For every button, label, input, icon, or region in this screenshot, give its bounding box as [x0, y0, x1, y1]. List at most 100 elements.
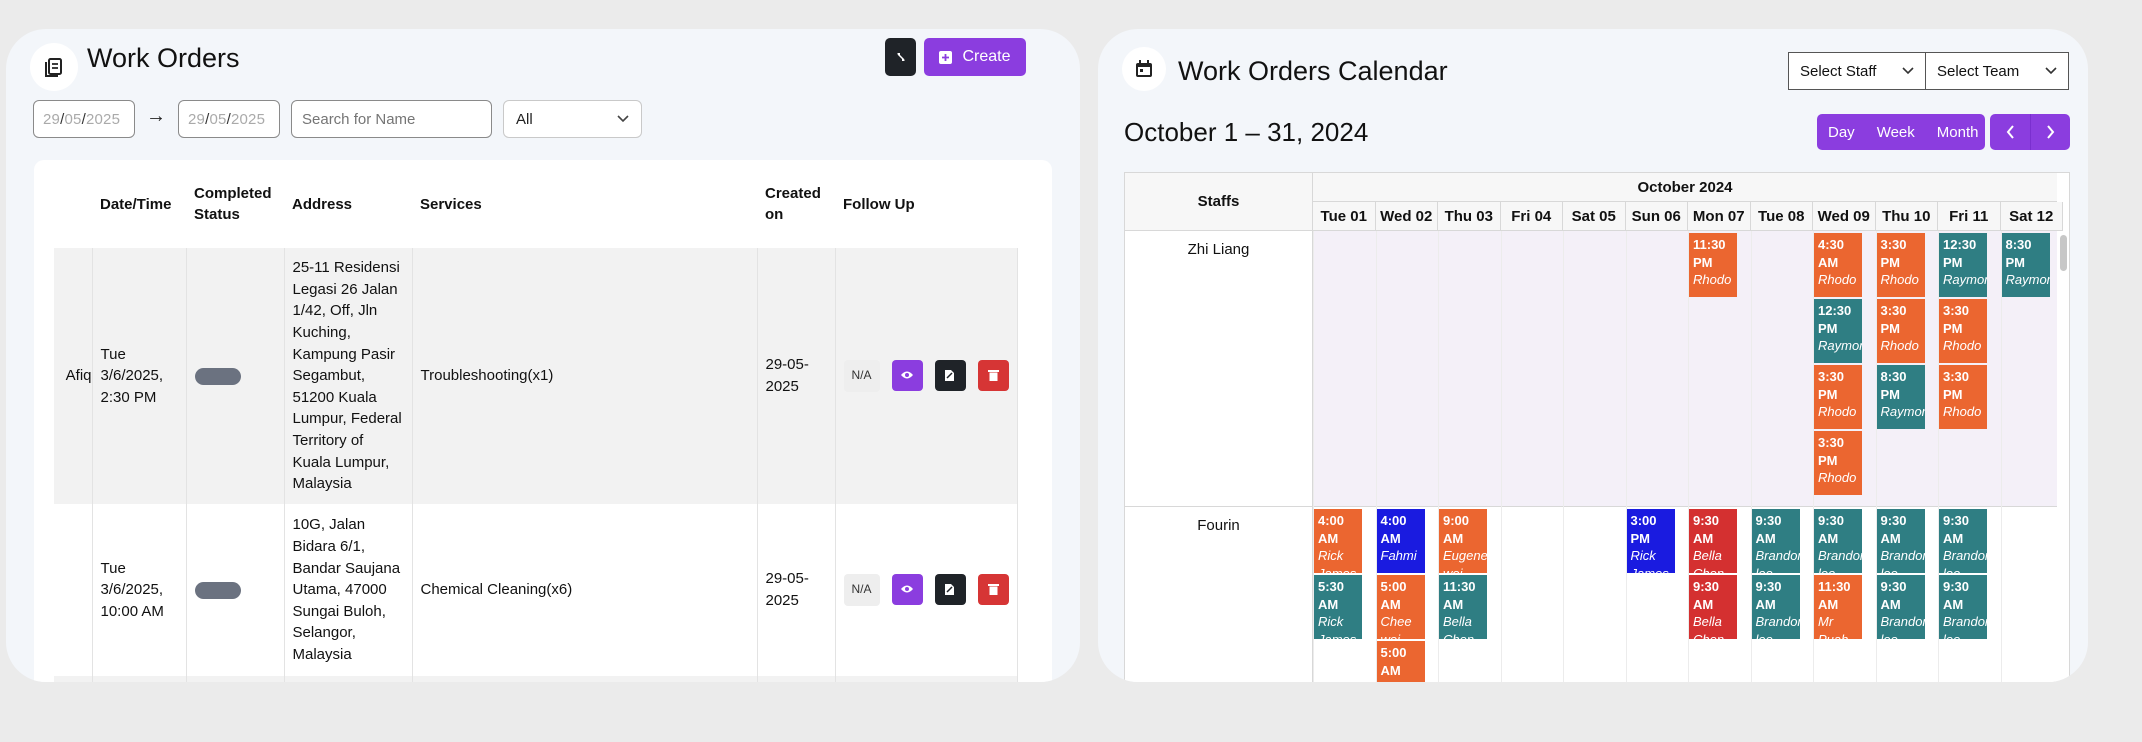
- chevron-right-icon: [2047, 125, 2055, 139]
- calendar-event[interactable]: 4:00 AM Fahmi: [1376, 509, 1425, 573]
- event-staff-name: Brandon loo: [1943, 614, 1987, 639]
- create-button[interactable]: Create: [924, 38, 1026, 76]
- next-button[interactable]: [2030, 114, 2070, 150]
- day-header: Thu 10: [1875, 202, 1938, 231]
- calendar-event[interactable]: 9:30 AMBrandon loo: [1876, 509, 1925, 573]
- event-time: 9:30 AM: [1880, 513, 1907, 546]
- calendar-event[interactable]: 3:30 PM Rhodo: [1876, 233, 1925, 297]
- services-cell: Chemical Cleaning(x6): [412, 504, 758, 676]
- event-staff-name: Raymond: [1880, 404, 1925, 419]
- event-staff-name: Brandon loo: [1755, 548, 1800, 573]
- event-time: 5:00 AM: [1380, 579, 1407, 612]
- event-staff-name: Rhodo: [1943, 404, 1982, 419]
- col-services-header[interactable]: Services: [412, 160, 757, 248]
- event-staff-name: Rhodo: [1880, 338, 1919, 353]
- completed-status-cell: [186, 504, 285, 676]
- calendar-event[interactable]: 9:30 AMBrandon loo: [1751, 509, 1800, 573]
- view-week-button[interactable]: Week: [1866, 124, 1926, 141]
- event-staff-name: Rick James: [1318, 548, 1357, 573]
- col-datetime-header[interactable]: Date/Time: [92, 160, 186, 248]
- chevron-down-icon: [617, 115, 629, 123]
- event-staff-name: Bella Chen: [1443, 614, 1475, 639]
- select-team-dropdown[interactable]: Select Team: [1925, 52, 2069, 90]
- view-day-button[interactable]: Day: [1817, 124, 1866, 141]
- toggle-view-button[interactable]: [885, 38, 916, 76]
- select-staff-dropdown[interactable]: Select Staff: [1788, 52, 1926, 90]
- view-button[interactable]: [891, 359, 923, 391]
- event-staff-name: Brandon loo: [1943, 548, 1987, 573]
- name-cell: [54, 504, 93, 676]
- event-time: 3:30 PM: [1818, 369, 1845, 402]
- status-toggle[interactable]: [194, 367, 241, 385]
- event-time: 9:30 AM: [1755, 579, 1782, 612]
- calendar-event[interactable]: 9:30 AMBrandon loo: [1939, 509, 1987, 573]
- day-header: Tue 08: [1750, 202, 1813, 231]
- event-staff-name: Fahmi: [1380, 548, 1417, 563]
- calendar-event[interactable]: 9:30 AMBrandon loo: [1876, 575, 1925, 639]
- calendar-event[interactable]: 11:30 AM Mr Puah: [1814, 575, 1862, 639]
- event-time: 12:30 PM: [1818, 303, 1852, 336]
- table-row[interactable]: Afiq Tue 3/6/2025, 2:30 PM 25-11 Residen…: [54, 248, 1019, 504]
- table-row[interactable]: Tue 3/6/2025, 10:00 AM 10G, Jalan Bidara…: [54, 504, 1019, 676]
- delete-button[interactable]: [978, 573, 1010, 605]
- event-staff-name: Rhodo: [1880, 272, 1919, 287]
- calendar-event[interactable]: 11:30 AM Bella Chen: [1439, 575, 1487, 639]
- grid-line: [2000, 231, 2002, 682]
- edit-document-icon: [945, 583, 955, 595]
- search-name-input[interactable]: [291, 100, 492, 138]
- calendar-event[interactable]: 3:30 PM Rhodo: [1814, 431, 1862, 495]
- edit-button[interactable]: [934, 573, 966, 605]
- delete-button[interactable]: [978, 359, 1010, 391]
- calendar-event[interactable]: 8:30 PM Raymond: [1876, 365, 1925, 429]
- calendar-event[interactable]: 3:30 PM Rhodo: [1876, 299, 1925, 363]
- prev-button[interactable]: [1990, 114, 2030, 150]
- event-staff-name: Chee wei: [1380, 614, 1412, 639]
- calendar-event[interactable]: 9:30 AM Bella Chen: [1689, 509, 1737, 573]
- status-select[interactable]: All: [503, 100, 642, 138]
- date-to-input[interactable]: 29/05/2025: [178, 100, 280, 138]
- col-completed-header[interactable]: Completed Status: [186, 160, 284, 248]
- view-button[interactable]: [891, 573, 923, 605]
- calendar-event[interactable]: 8:30 PM Raymond: [2001, 233, 2050, 297]
- calendar-event[interactable]: 9:30 AM Bella Chen: [1689, 575, 1737, 639]
- event-time: 4:00 AM: [1318, 513, 1345, 546]
- date-from-input[interactable]: 29/05/2025: [33, 100, 135, 138]
- datetime-cell: Tue 3/6/2025, 2:30 PM: [92, 248, 187, 504]
- calendar-event[interactable]: 12:30 PM Raymond: [1814, 299, 1862, 363]
- name-cell: Afiq: [54, 248, 93, 504]
- calendar-event[interactable]: 9:00 AM Eugene wei: [1439, 509, 1487, 573]
- day-header: Tue 01: [1313, 202, 1376, 231]
- calendar-event[interactable]: 11:30 PM Rhodo: [1689, 233, 1737, 297]
- event-time: 3:00 PM: [1630, 513, 1657, 546]
- calendar-event[interactable]: 3:30 PM Rhodo: [1939, 365, 1987, 429]
- plus-square-icon: [939, 50, 953, 64]
- calendar-event[interactable]: 3:00 PM Rick James: [1626, 509, 1675, 573]
- calendar-event[interactable]: 5:00 AM: [1376, 641, 1425, 682]
- status-toggle[interactable]: [194, 581, 241, 599]
- day-header: Fri 11: [1938, 202, 2001, 231]
- scrollbar[interactable]: [2060, 235, 2067, 271]
- calendar-event[interactable]: 4:30 AM Rhodo: [1814, 233, 1862, 297]
- calendar-event[interactable]: 5:30 AM Rick James: [1314, 575, 1362, 639]
- calendar-event[interactable]: 3:30 PM Rhodo: [1814, 365, 1862, 429]
- event-time: 3:30 PM: [1943, 303, 1970, 336]
- follow-up-badge: N/A: [843, 360, 880, 393]
- col-followup-header[interactable]: Follow Up: [835, 160, 1018, 248]
- day-header: Wed 02: [1375, 202, 1438, 231]
- calendar-event[interactable]: 12:30 PM Raymond: [1939, 233, 1987, 297]
- calendar-event[interactable]: 3:30 PM Rhodo: [1939, 299, 1987, 363]
- view-month-button[interactable]: Month: [1926, 124, 1990, 141]
- col-created-header[interactable]: Created on: [757, 160, 835, 248]
- work-orders-table-card: Date/Time Completed Status Address Servi…: [34, 160, 1052, 682]
- event-time: 3:30 PM: [1880, 237, 1907, 270]
- table-row[interactable]: [54, 676, 1019, 682]
- edit-button[interactable]: [934, 359, 966, 391]
- col-address-header[interactable]: Address: [284, 160, 412, 248]
- calendar-event[interactable]: 9:30 AMBrandon loo: [1939, 575, 1987, 639]
- calendar-event[interactable]: 9:30 AMBrandon loo: [1814, 509, 1862, 573]
- calendar-event[interactable]: 4:00 AM Rick James: [1314, 509, 1362, 573]
- calendar-event[interactable]: 5:00 AM Chee wei: [1376, 575, 1425, 639]
- day-header: Sat 05: [1563, 202, 1626, 231]
- calendar-event[interactable]: 9:30 AMBrandon loo: [1751, 575, 1800, 639]
- view-switcher: Day Week Month: [1817, 114, 1985, 150]
